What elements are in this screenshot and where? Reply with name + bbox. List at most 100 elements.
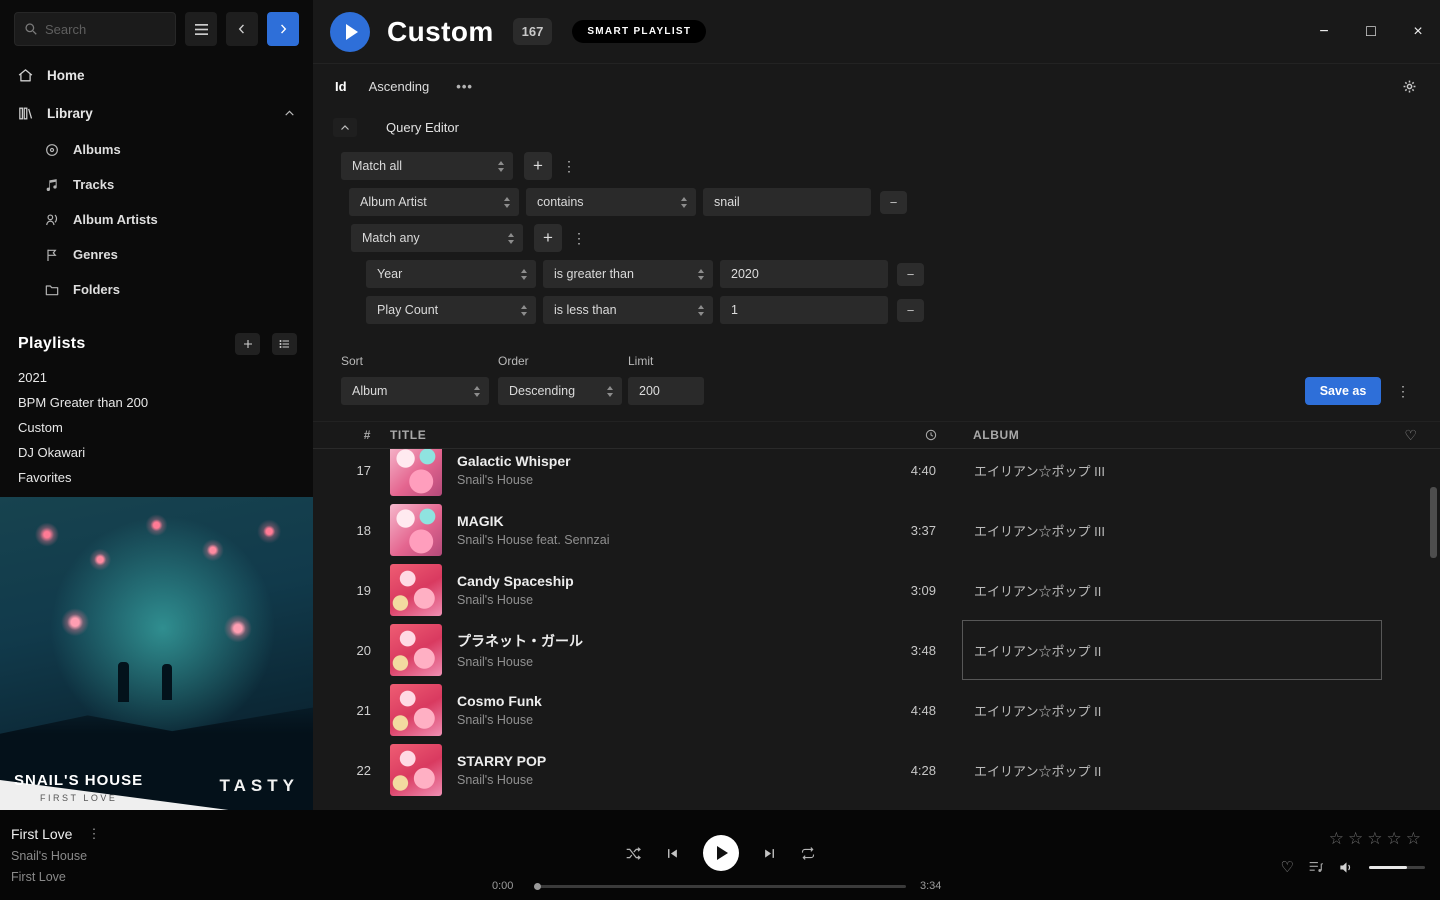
add-rule-button[interactable]: + [534,224,562,252]
playlist-view-button[interactable] [272,333,297,355]
duration-column-clock-icon[interactable] [870,428,962,442]
rule-value-input[interactable] [720,296,888,324]
match-type-select[interactable]: Match any [351,224,523,252]
table-row[interactable]: 22 STARRY POP Snail's House 4:28 エイリアン☆ポ… [313,740,1440,800]
close-button[interactable]: × [1411,23,1425,41]
rule-field-select[interactable]: Play Count [366,296,536,324]
playlist-item[interactable]: DJ Okawari [0,440,313,465]
next-track-icon[interactable] [762,846,777,861]
rule-value-input[interactable] [703,188,871,216]
limit-input[interactable] [628,377,704,405]
favorite-heart-icon[interactable]: ♡ [1281,858,1294,876]
sidebar-item-library[interactable]: Library [0,94,313,132]
rule-value-input[interactable] [720,260,888,288]
playback-controls [0,835,1440,871]
seek-handle[interactable] [534,883,541,890]
sidebar-item-folders[interactable]: Folders [0,272,313,307]
rule-field-select[interactable]: Year [366,260,536,288]
thumb-cell [375,564,447,616]
column-header-title[interactable]: TITLE [375,428,870,442]
playlist-item[interactable]: 2021 [0,365,313,390]
rule-operator-select[interactable]: is greater than [543,260,713,288]
match-type-select[interactable]: Match all [341,152,513,180]
seek-bar[interactable] [534,885,906,888]
remove-rule-button[interactable]: − [897,299,924,322]
playlist-item[interactable]: BPM Greater than 200 [0,390,313,415]
volume-icon[interactable] [1338,860,1355,875]
now-playing-album-art[interactable]: SNAIL'S HOUSE FIRST LOVE TASTY [0,497,313,810]
album-cell[interactable]: エイリアン☆ポップ II [962,560,1382,620]
favorite-cell[interactable] [1382,680,1440,740]
rule-operator-value: is less than [554,303,617,317]
thumb-cell [375,624,447,676]
table-row[interactable]: 19 Candy Spaceship Snail's House 3:09 エイ… [313,560,1440,620]
previous-track-icon[interactable] [665,846,680,861]
playlist-item[interactable]: Custom [0,415,313,440]
table-row[interactable]: 18 MAGIK Snail's House feat. Sennzai 3:3… [313,500,1440,560]
chevron-up-icon[interactable] [283,107,296,120]
sidebar-item-home[interactable]: Home [0,56,313,94]
favorite-column-heart-icon[interactable]: ♡ [1382,427,1440,444]
back-button[interactable] [226,12,258,46]
scrollbar-thumb[interactable] [1430,487,1437,558]
sort-field-button[interactable]: Id [335,79,347,94]
save-as-button[interactable]: Save as [1305,377,1381,405]
rule-field-select[interactable]: Album Artist [349,188,519,216]
sidebar-item-label: Album Artists [73,212,158,227]
forward-button[interactable] [267,12,299,46]
collapse-button[interactable] [333,118,357,137]
remove-rule-button[interactable]: − [880,191,907,214]
add-rule-button[interactable]: + [524,152,552,180]
album-cell[interactable]: エイリアン☆ポップ II [962,620,1382,680]
table-row[interactable]: 17 Galactic Whisper Snail's House 4:40 エ… [313,449,1440,500]
sort-select[interactable]: Album [341,377,489,405]
table-body: 17 Galactic Whisper Snail's House 4:40 エ… [313,449,1440,803]
shuffle-icon[interactable] [625,846,642,861]
save-menu-icon[interactable]: ⋮ [1394,377,1412,405]
maximize-button[interactable]: □ [1364,23,1378,41]
favorite-cell[interactable] [1382,560,1440,620]
player-right-cluster: ☆☆☆☆☆ ♡ [1281,829,1425,876]
track-title: MAGIK [457,513,870,529]
table-row[interactable]: 21 Cosmo Funk Snail's House 4:48 エイリアン☆ポ… [313,680,1440,740]
column-header-album[interactable]: ALBUM [962,428,1382,442]
track-duration: 4:40 [870,463,962,478]
album-art-thumbnail [390,624,442,676]
group-menu-icon[interactable]: ⋮ [559,152,579,180]
play-playlist-button[interactable] [330,12,370,52]
sidebar-item-albums[interactable]: Albums [0,132,313,167]
album-cell[interactable]: エイリアン☆ポップ III [962,449,1382,500]
album-art-thumbnail [390,504,442,556]
group-menu-icon[interactable]: ⋮ [569,224,589,252]
add-playlist-button[interactable] [235,333,260,355]
rating-stars[interactable]: ☆☆☆☆☆ [1329,829,1425,849]
sidebar-item-tracks[interactable]: Tracks [0,167,313,202]
search-box[interactable] [14,12,176,46]
remove-rule-button[interactable]: − [897,263,924,286]
more-options-icon[interactable]: ••• [456,79,473,94]
album-cell[interactable]: エイリアン☆ポップ III [962,500,1382,560]
updown-icon [521,305,527,316]
sort-direction-button[interactable]: Ascending [369,79,430,94]
rule-operator-select[interactable]: contains [526,188,696,216]
column-header-index[interactable]: # [313,428,375,442]
repeat-icon[interactable] [800,846,816,861]
order-select[interactable]: Descending [498,377,622,405]
minimize-button[interactable]: − [1317,23,1331,41]
gear-icon[interactable] [1402,79,1417,94]
album-cell[interactable]: エイリアン☆ポップ II [962,680,1382,740]
sidebar-item-genres[interactable]: Genres [0,237,313,272]
album-cell[interactable]: エイリアン☆ポップ II [962,740,1382,800]
rule-operator-select[interactable]: is less than [543,296,713,324]
play-pause-button[interactable] [703,835,739,871]
queue-icon[interactable] [1308,860,1324,874]
search-input[interactable] [45,22,166,37]
favorite-cell[interactable] [1382,740,1440,800]
thumb-cell [375,684,447,736]
sidebar-item-album-artists[interactable]: Album Artists [0,202,313,237]
menu-button[interactable] [185,12,217,46]
playlist-item[interactable]: Favorites [0,465,313,490]
favorite-cell[interactable] [1382,620,1440,680]
volume-slider[interactable] [1369,866,1425,869]
table-row[interactable]: 20 プラネット・ガール Snail's House 3:48 エイリアン☆ポッ… [313,620,1440,680]
